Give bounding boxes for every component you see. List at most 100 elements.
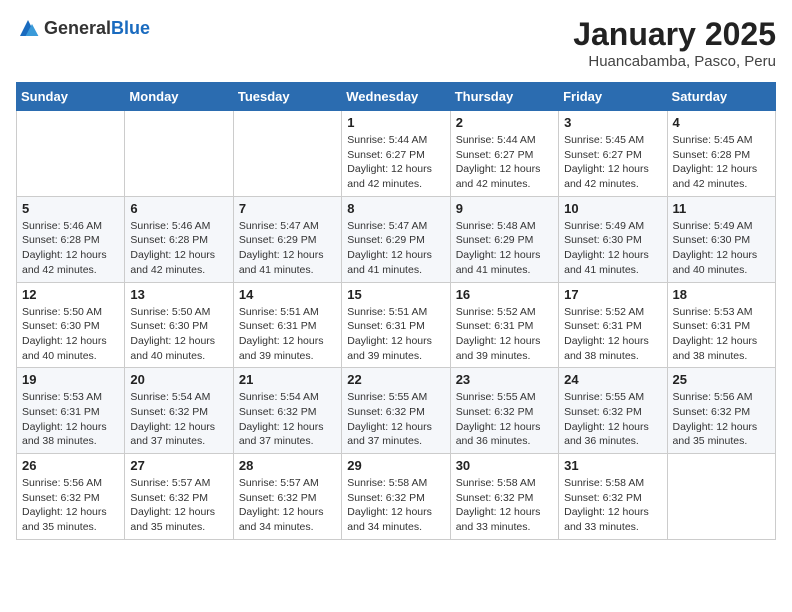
calendar-week-row: 1 Sunrise: 5:44 AMSunset: 6:27 PMDaylight…: [17, 111, 776, 197]
day-number: 6: [130, 201, 227, 216]
calendar-cell: 22 Sunrise: 5:55 AMSunset: 6:32 PMDayligh…: [342, 368, 450, 454]
calendar-cell: 27Sunrise: 5:57 AMSunset: 6:32 PMDayligh…: [125, 454, 233, 540]
calendar-cell: 8Sunrise: 5:47 AMSunset: 6:29 PMDaylight…: [342, 196, 450, 282]
calendar-cell: 4 Sunrise: 5:45 AMSunset: 6:28 PMDaylight…: [667, 111, 775, 197]
calendar-cell: 5 Sunrise: 5:46 AMSunset: 6:28 PMDaylight…: [17, 196, 125, 282]
calendar-cell: 30 Sunrise: 5:58 AMSunset: 6:32 PMDayligh…: [450, 454, 558, 540]
calendar-week-row: 26Sunrise: 5:56 AMSunset: 6:32 PMDayligh…: [17, 454, 776, 540]
day-number: 1: [347, 115, 444, 130]
calendar-cell: 23 Sunrise: 5:55 AMSunset: 6:32 PMDayligh…: [450, 368, 558, 454]
calendar-cell: [17, 111, 125, 197]
calendar-cell: 13 Sunrise: 5:50 AMSunset: 6:30 PMDayligh…: [125, 282, 233, 368]
day-info: Sunrise: 5:55 AMSunset: 6:32 PMDaylight:…: [456, 390, 553, 449]
day-number: 12: [22, 287, 119, 302]
calendar-cell: 19 Sunrise: 5:53 AMSunset: 6:31 PMDayligh…: [17, 368, 125, 454]
day-info: Sunrise: 5:49 AMSunset: 6:30 PMDaylight:…: [564, 219, 661, 278]
day-number: 23: [456, 372, 553, 387]
day-info: Sunrise: 5:51 AMSunset: 6:31 PMDaylight:…: [239, 305, 336, 364]
day-number: 19: [22, 372, 119, 387]
day-number: 7: [239, 201, 336, 216]
day-info: Sunrise: 5:45 AMSunset: 6:28 PMDaylight:…: [673, 133, 770, 192]
day-number: 29: [347, 458, 444, 473]
day-info: Sunrise: 5:58 AMSunset: 6:32 PMDaylight:…: [347, 476, 444, 535]
day-number: 5: [22, 201, 119, 216]
calendar-cell: 9Sunrise: 5:48 AMSunset: 6:29 PMDaylight…: [450, 196, 558, 282]
day-number: 21: [239, 372, 336, 387]
day-info: Sunrise: 5:52 AMSunset: 6:31 PMDaylight:…: [564, 305, 661, 364]
day-number: 18: [673, 287, 770, 302]
calendar-cell: 14Sunrise: 5:51 AMSunset: 6:31 PMDayligh…: [233, 282, 341, 368]
day-info: Sunrise: 5:50 AMSunset: 6:30 PMDaylight:…: [22, 305, 119, 364]
day-info: Sunrise: 5:58 AMSunset: 6:32 PMDaylight:…: [456, 476, 553, 535]
day-number: 30: [456, 458, 553, 473]
calendar-cell: 2 Sunrise: 5:44 AMSunset: 6:27 PMDaylight…: [450, 111, 558, 197]
day-info: Sunrise: 5:55 AMSunset: 6:32 PMDaylight:…: [564, 390, 661, 449]
day-number: 15: [347, 287, 444, 302]
day-number: 13: [130, 287, 227, 302]
calendar-cell: 3 Sunrise: 5:45 AMSunset: 6:27 PMDaylight…: [559, 111, 667, 197]
calendar-cell: 7 Sunrise: 5:47 AMSunset: 6:29 PMDaylight…: [233, 196, 341, 282]
day-info: Sunrise: 5:46 AMSunset: 6:28 PMDaylight:…: [22, 219, 119, 278]
day-number: 22: [347, 372, 444, 387]
day-number: 4: [673, 115, 770, 130]
calendar-cell: 15Sunrise: 5:51 AMSunset: 6:31 PMDayligh…: [342, 282, 450, 368]
day-info: Sunrise: 5:46 AMSunset: 6:28 PMDaylight:…: [130, 219, 227, 278]
calendar-cell: [233, 111, 341, 197]
calendar-cell: 31 Sunrise: 5:58 AMSunset: 6:32 PMDayligh…: [559, 454, 667, 540]
day-number: 17: [564, 287, 661, 302]
calendar-cell: 17 Sunrise: 5:52 AMSunset: 6:31 PMDayligh…: [559, 282, 667, 368]
day-info: Sunrise: 5:55 AMSunset: 6:32 PMDaylight:…: [347, 390, 444, 449]
calendar-week-row: 19 Sunrise: 5:53 AMSunset: 6:31 PMDayligh…: [17, 368, 776, 454]
day-number: 27: [130, 458, 227, 473]
day-info: Sunrise: 5:47 AMSunset: 6:29 PMDaylight:…: [239, 219, 336, 278]
day-info: Sunrise: 5:44 AMSunset: 6:27 PMDaylight:…: [347, 133, 444, 192]
weekday-header: Sunday: [17, 83, 125, 111]
calendar-table: SundayMondayTuesdayWednesdayThursdayFrid…: [16, 82, 776, 540]
logo-blue: Blue: [111, 18, 150, 38]
calendar-cell: 10 Sunrise: 5:49 AMSunset: 6:30 PMDayligh…: [559, 196, 667, 282]
header: GeneralBlue January 2025 Huancabamba, Pa…: [16, 16, 776, 70]
day-info: Sunrise: 5:49 AMSunset: 6:30 PMDaylight:…: [673, 219, 770, 278]
calendar-title: January 2025: [573, 16, 776, 53]
calendar-cell: 28Sunrise: 5:57 AMSunset: 6:32 PMDayligh…: [233, 454, 341, 540]
day-number: 3: [564, 115, 661, 130]
day-number: 31: [564, 458, 661, 473]
day-info: Sunrise: 5:56 AMSunset: 6:32 PMDaylight:…: [673, 390, 770, 449]
day-info: Sunrise: 5:52 AMSunset: 6:31 PMDaylight:…: [456, 305, 553, 364]
calendar-subtitle: Huancabamba, Pasco, Peru: [573, 53, 776, 70]
day-info: Sunrise: 5:54 AMSunset: 6:32 PMDaylight:…: [130, 390, 227, 449]
day-number: 24: [564, 372, 661, 387]
weekday-header: Tuesday: [233, 83, 341, 111]
weekday-header: Wednesday: [342, 83, 450, 111]
calendar-cell: 12 Sunrise: 5:50 AMSunset: 6:30 PMDayligh…: [17, 282, 125, 368]
day-info: Sunrise: 5:56 AMSunset: 6:32 PMDaylight:…: [22, 476, 119, 535]
weekday-header: Thursday: [450, 83, 558, 111]
day-info: Sunrise: 5:44 AMSunset: 6:27 PMDaylight:…: [456, 133, 553, 192]
calendar-cell: 29 Sunrise: 5:58 AMSunset: 6:32 PMDayligh…: [342, 454, 450, 540]
day-number: 16: [456, 287, 553, 302]
day-info: Sunrise: 5:54 AMSunset: 6:32 PMDaylight:…: [239, 390, 336, 449]
weekday-header: Friday: [559, 83, 667, 111]
title-area: January 2025 Huancabamba, Pasco, Peru: [573, 16, 776, 70]
day-number: 2: [456, 115, 553, 130]
logo-general: General: [44, 18, 111, 38]
calendar-cell: 16 Sunrise: 5:52 AMSunset: 6:31 PMDayligh…: [450, 282, 558, 368]
weekday-header-row: SundayMondayTuesdayWednesdayThursdayFrid…: [17, 83, 776, 111]
day-info: Sunrise: 5:45 AMSunset: 6:27 PMDaylight:…: [564, 133, 661, 192]
day-number: 8: [347, 201, 444, 216]
day-number: 9: [456, 201, 553, 216]
calendar-cell: 18Sunrise: 5:53 AMSunset: 6:31 PMDayligh…: [667, 282, 775, 368]
day-info: Sunrise: 5:58 AMSunset: 6:32 PMDaylight:…: [564, 476, 661, 535]
calendar-cell: 21 Sunrise: 5:54 AMSunset: 6:32 PMDayligh…: [233, 368, 341, 454]
day-info: Sunrise: 5:50 AMSunset: 6:30 PMDaylight:…: [130, 305, 227, 364]
day-info: Sunrise: 5:53 AMSunset: 6:31 PMDaylight:…: [22, 390, 119, 449]
calendar-cell: 24 Sunrise: 5:55 AMSunset: 6:32 PMDayligh…: [559, 368, 667, 454]
weekday-header: Saturday: [667, 83, 775, 111]
calendar-cell: 20 Sunrise: 5:54 AMSunset: 6:32 PMDayligh…: [125, 368, 233, 454]
calendar-cell: 6 Sunrise: 5:46 AMSunset: 6:28 PMDaylight…: [125, 196, 233, 282]
day-number: 20: [130, 372, 227, 387]
day-number: 10: [564, 201, 661, 216]
day-number: 11: [673, 201, 770, 216]
calendar-cell: 1 Sunrise: 5:44 AMSunset: 6:27 PMDaylight…: [342, 111, 450, 197]
weekday-header: Monday: [125, 83, 233, 111]
